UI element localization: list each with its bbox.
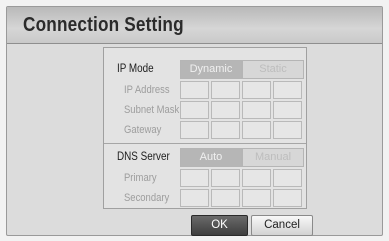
secondary-dns-octet-3[interactable] [242,189,271,207]
gateway-label: Gateway [124,124,162,136]
secondary-dns-octet-1[interactable] [180,189,209,207]
dns-manual-button[interactable]: Manual [242,148,304,167]
ip-address-octet-3[interactable] [242,81,271,99]
settings-panel: IP Mode Dynamic Static IP Address Subnet… [103,47,307,209]
dialog-title: Connection Setting [23,14,184,36]
gateway-octet-3[interactable] [242,121,271,139]
ip-address-label: IP Address [124,84,170,96]
gateway-octet-2[interactable] [211,121,240,139]
section-divider [104,143,306,144]
ip-mode-dynamic-button[interactable]: Dynamic [180,60,242,79]
dns-server-label: DNS Server [117,151,170,163]
subnet-mask-label: Subnet Mask [124,104,180,116]
secondary-dns-octet-4[interactable] [273,189,302,207]
primary-dns-octet-2[interactable] [211,169,240,187]
secondary-dns-label: Secondary [124,192,170,204]
subnet-mask-octet-1[interactable] [180,101,209,119]
connection-setting-dialog: Connection Setting IP Mode Dynamic Stati… [6,6,383,236]
gateway-octet-1[interactable] [180,121,209,139]
gateway-octet-4[interactable] [273,121,302,139]
subnet-mask-octet-4[interactable] [273,101,302,119]
primary-dns-octet-4[interactable] [273,169,302,187]
ip-address-octet-4[interactable] [273,81,302,99]
subnet-mask-octet-2[interactable] [211,101,240,119]
dns-auto-button[interactable]: Auto [180,148,242,167]
ip-mode-label: IP Mode [117,63,154,75]
title-bar: Connection Setting [7,7,382,44]
primary-dns-label: Primary [124,172,157,184]
subnet-mask-octet-3[interactable] [242,101,271,119]
ip-address-octet-2[interactable] [211,81,240,99]
secondary-dns-octet-2[interactable] [211,189,240,207]
ok-button[interactable]: OK [191,215,248,236]
ip-mode-static-button[interactable]: Static [242,60,304,79]
cancel-button[interactable]: Cancel [251,215,313,236]
primary-dns-octet-3[interactable] [242,169,271,187]
ip-address-octet-1[interactable] [180,81,209,99]
primary-dns-octet-1[interactable] [180,169,209,187]
